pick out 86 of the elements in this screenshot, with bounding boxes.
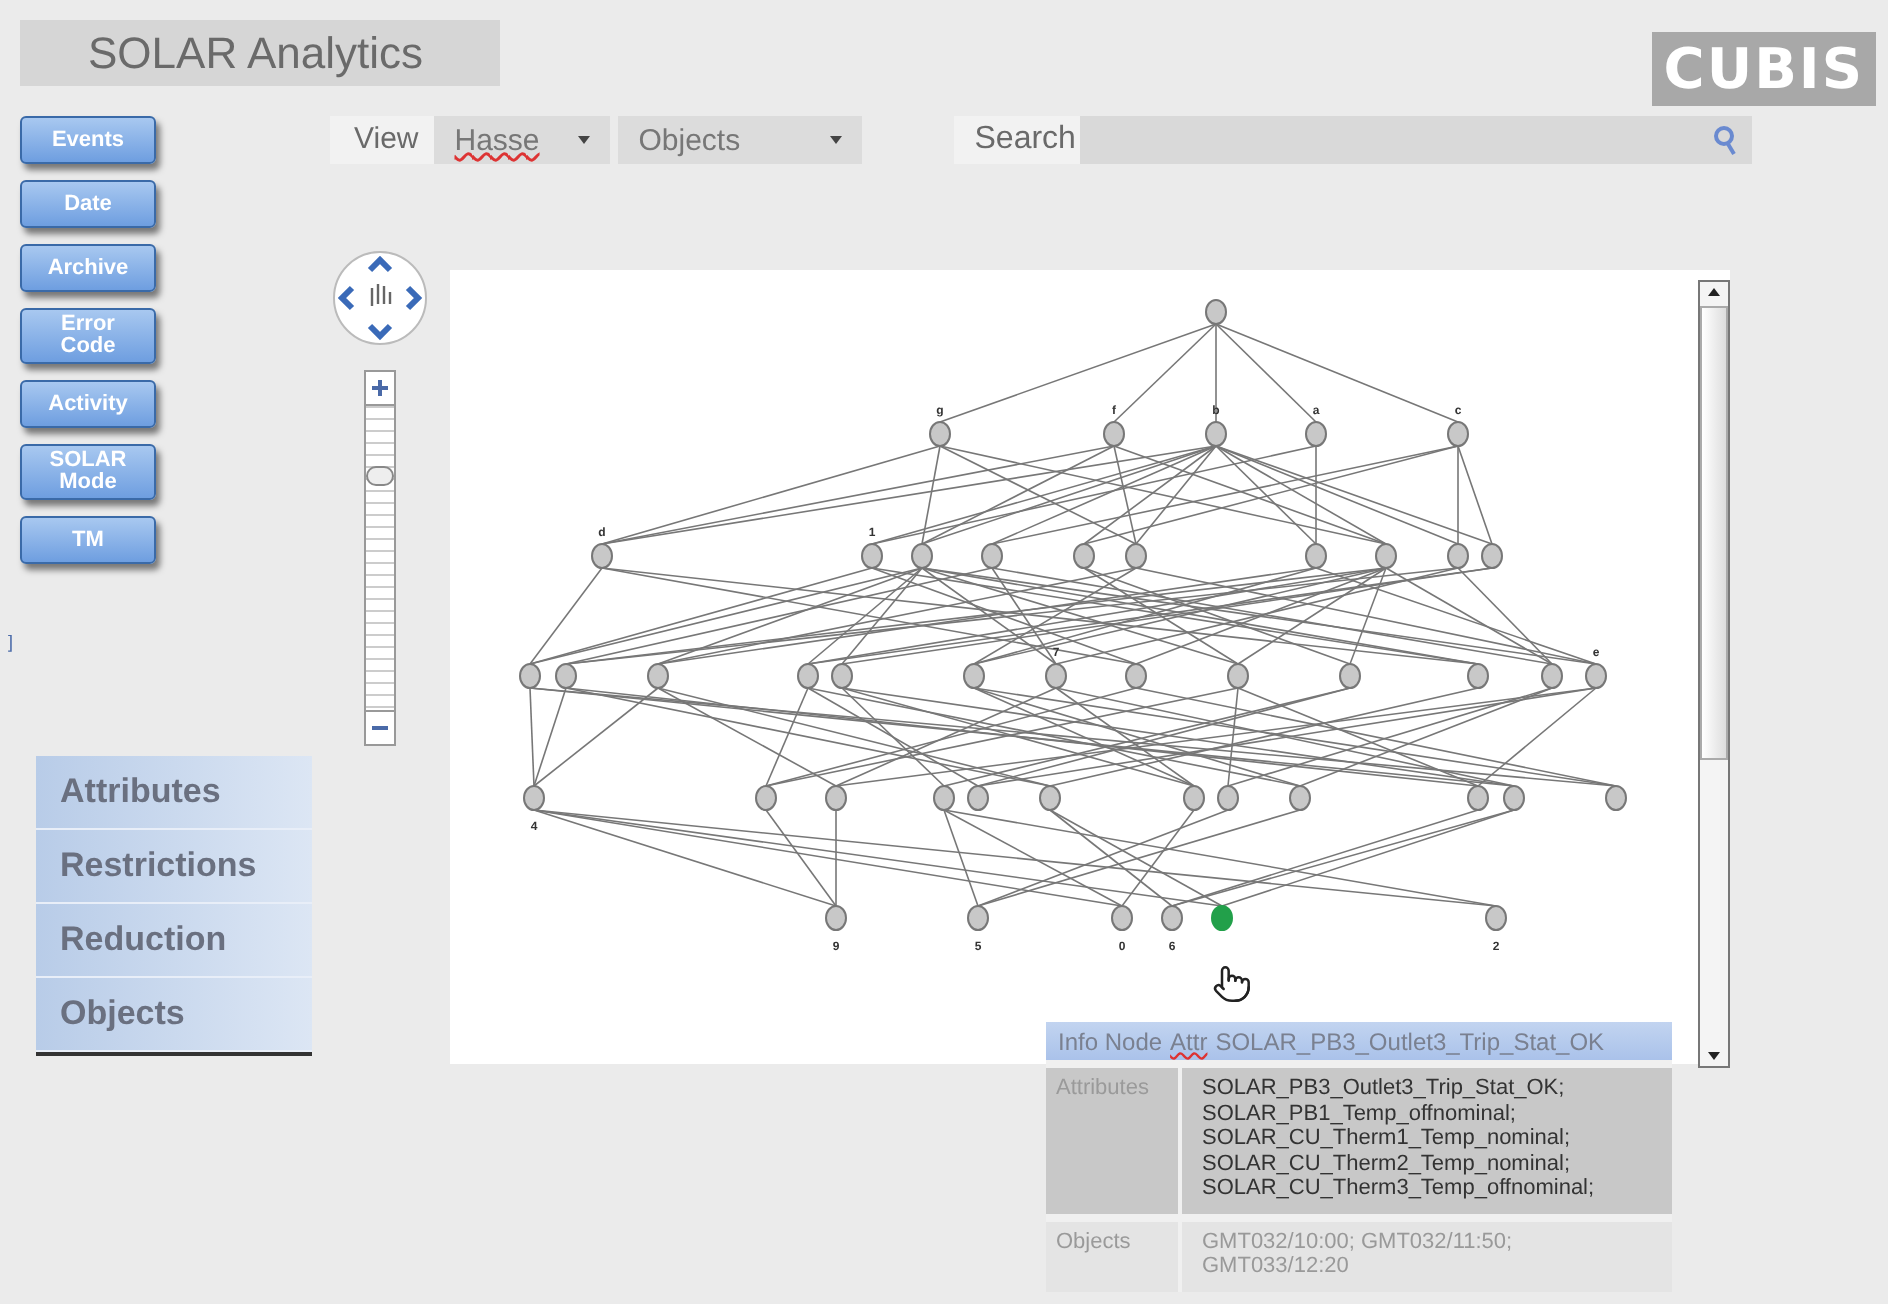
graph-node[interactable] xyxy=(1375,543,1397,569)
info-value: SOLAR_CU_Therm2_Temp_nominal; xyxy=(1202,1151,1573,1176)
graph-node[interactable] xyxy=(1503,785,1525,811)
nav-button[interactable]: Events xyxy=(20,116,156,164)
graph-node[interactable] xyxy=(555,663,577,689)
info-header-value: SOLAR_PB3_Outlet3_Trip_Stat_OK xyxy=(1215,1027,1605,1055)
graph-node[interactable] xyxy=(1485,905,1507,931)
info-value: SOLAR_CU_Therm3_Temp_offnominal; xyxy=(1202,1176,1597,1201)
graph-node[interactable] xyxy=(831,663,853,689)
graph-node[interactable] xyxy=(981,543,1003,569)
graph-node[interactable] xyxy=(1605,785,1627,811)
graph-node[interactable] xyxy=(1111,905,1133,931)
graph-node[interactable] xyxy=(1073,543,1095,569)
graph-node[interactable] xyxy=(1339,663,1361,689)
graph-node[interactable] xyxy=(825,905,847,931)
graph-node[interactable] xyxy=(1125,543,1147,569)
graph-node[interactable] xyxy=(963,663,985,689)
nav-button[interactable]: SOLAR Mode xyxy=(20,444,156,500)
graph-node[interactable] xyxy=(1161,905,1183,931)
graph-node[interactable] xyxy=(967,785,989,811)
objects-select[interactable]: Objects xyxy=(618,116,863,164)
graph-node[interactable] xyxy=(1183,785,1205,811)
graph-node[interactable] xyxy=(1125,663,1147,689)
graph-node[interactable] xyxy=(647,663,669,689)
graph-node[interactable] xyxy=(1211,905,1233,931)
graph-node[interactable] xyxy=(1103,421,1125,447)
info-value: GMT032/10:00; GMT032/11:50; GMT033/12:20 xyxy=(1202,1229,1515,1279)
graph-node[interactable] xyxy=(861,543,883,569)
graph-node[interactable] xyxy=(1039,785,1061,811)
scrollbar[interactable] xyxy=(1698,280,1730,1068)
graph-node[interactable] xyxy=(1305,421,1327,447)
stray-mark: ] xyxy=(8,632,16,656)
logo: CUBIS xyxy=(1651,32,1876,106)
graph-node[interactable] xyxy=(523,785,545,811)
graph-node[interactable] xyxy=(591,543,613,569)
graph-node[interactable] xyxy=(1467,663,1489,689)
graph-node[interactable] xyxy=(1205,421,1227,447)
graph-node[interactable] xyxy=(1217,785,1239,811)
nav-button[interactable]: Activity xyxy=(20,380,156,428)
graph-node[interactable] xyxy=(519,663,541,689)
panel-tab[interactable]: Restrictions xyxy=(36,830,312,904)
graph-node[interactable] xyxy=(1447,543,1469,569)
view-label: View xyxy=(330,116,435,164)
graph-node[interactable] xyxy=(755,785,777,811)
panel-tab[interactable]: Reduction xyxy=(36,904,312,978)
zoom-thumb[interactable] xyxy=(365,465,393,485)
app-title: SOLAR Analytics xyxy=(20,20,500,86)
hand-cursor-icon xyxy=(1212,964,1252,1004)
graph-node[interactable] xyxy=(1045,663,1067,689)
zoom-slider[interactable] xyxy=(363,370,395,746)
info-value: SOLAR_CU_Therm1_Temp_nominal; xyxy=(1202,1126,1573,1151)
graph-node[interactable] xyxy=(933,785,955,811)
nav-button[interactable]: TM xyxy=(20,516,156,564)
graph-node[interactable] xyxy=(1205,299,1227,325)
zoom-out-icon[interactable] xyxy=(363,710,395,746)
nav-button[interactable]: Archive xyxy=(20,244,156,292)
info-value: SOLAR_PB1_Temp_offnominal; xyxy=(1202,1101,1518,1126)
graph-node[interactable] xyxy=(1541,663,1563,689)
nav-button[interactable]: Error Code xyxy=(20,308,156,364)
graph-node[interactable] xyxy=(929,421,951,447)
pan-control-icon[interactable] xyxy=(331,250,427,346)
info-row-label: Objects xyxy=(1046,1221,1182,1291)
info-value: SOLAR_PB3_Outlet3_Trip_Stat_OK; xyxy=(1202,1076,1567,1101)
graph-node[interactable] xyxy=(1481,543,1503,569)
search-label: Search xyxy=(954,116,1080,164)
graph-node[interactable] xyxy=(1467,785,1489,811)
zoom-in-icon[interactable] xyxy=(363,370,395,406)
caret-icon xyxy=(578,136,591,144)
info-header-label: Info Node xyxy=(1058,1027,1163,1055)
graph-node[interactable] xyxy=(1585,663,1607,689)
graph-node[interactable] xyxy=(1447,421,1469,447)
info-header-attr: Attr xyxy=(1170,1027,1208,1055)
search-field[interactable] xyxy=(1079,116,1700,164)
graph-node[interactable] xyxy=(797,663,819,689)
graph-node[interactable] xyxy=(1289,785,1311,811)
search-icon[interactable] xyxy=(1699,116,1752,164)
nav-button[interactable]: Date xyxy=(20,180,156,228)
graph-node[interactable] xyxy=(911,543,933,569)
caret-icon xyxy=(830,136,843,144)
graph-node[interactable] xyxy=(825,785,847,811)
panel-tab[interactable]: Attributes xyxy=(36,756,312,830)
graph-node[interactable] xyxy=(1227,663,1249,689)
graph-node[interactable] xyxy=(1305,543,1327,569)
panel-tab[interactable]: Objects xyxy=(36,978,312,1052)
view-select[interactable]: Hasse xyxy=(434,116,611,164)
graph-node[interactable] xyxy=(967,905,989,931)
